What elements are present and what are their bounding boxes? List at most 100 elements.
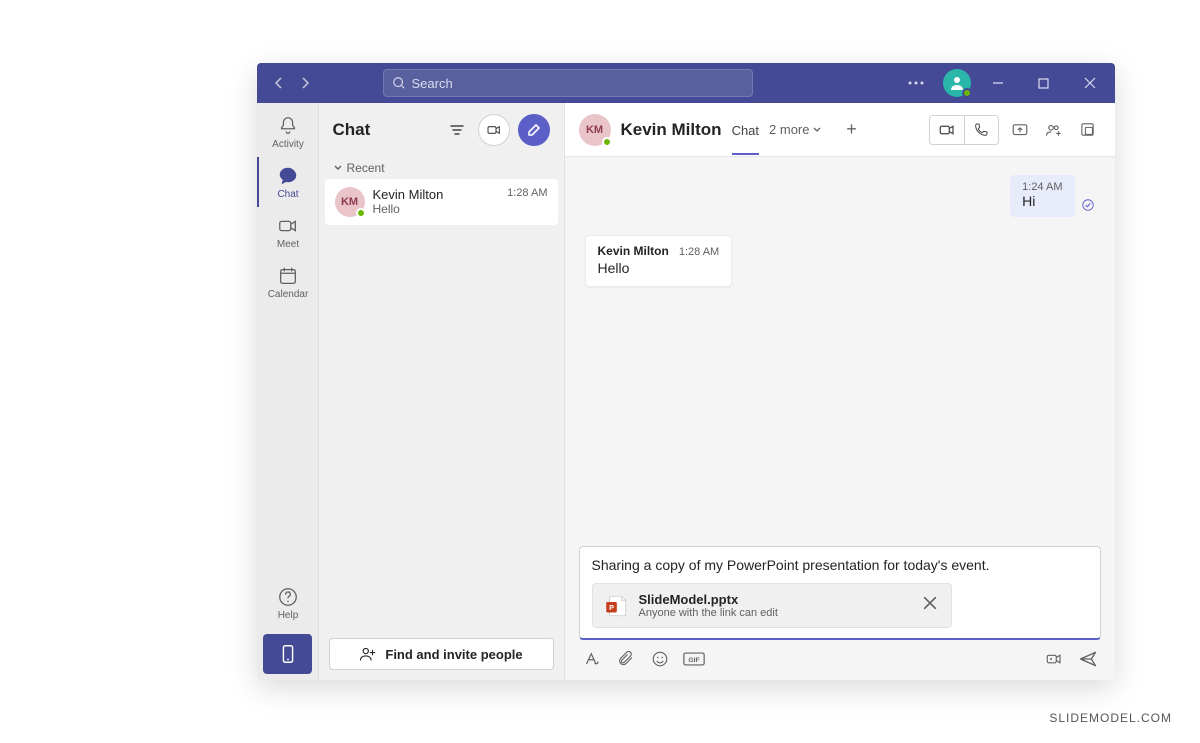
meet-now-button[interactable] <box>478 114 510 146</box>
calendar-icon <box>277 265 299 287</box>
read-receipt-icon <box>1081 198 1095 217</box>
send-button[interactable] <box>1077 648 1099 670</box>
phone-icon <box>973 122 989 138</box>
audio-call-button[interactable] <box>964 116 998 144</box>
chat-icon <box>277 165 299 187</box>
chat-list-panel: Chat Recent KM Kevin Milton 1:28 AM <box>319 103 565 680</box>
message-text: Hello <box>598 260 720 276</box>
presence-available-icon <box>356 208 366 218</box>
avatar-initials: KM <box>586 124 603 136</box>
gif-button[interactable]: GIF <box>683 648 705 670</box>
minimize-button[interactable] <box>979 63 1017 103</box>
compose-icon <box>526 122 542 138</box>
format-button[interactable] <box>581 648 603 670</box>
bell-icon <box>277 115 299 137</box>
message-time: 1:28 AM <box>679 246 719 258</box>
maximize-button[interactable] <box>1025 63 1063 103</box>
message-text: Hi <box>1022 193 1062 209</box>
chevron-left-icon <box>273 77 285 89</box>
avatar-initials: KM <box>341 196 358 208</box>
nav-forward-button[interactable] <box>293 69 317 97</box>
rail-help[interactable]: Help <box>257 578 318 628</box>
chat-item-time: 1:28 AM <box>507 187 547 202</box>
message-incoming[interactable]: Kevin Milton 1:28 AM Hello <box>585 235 733 287</box>
chat-header-avatar: KM <box>579 114 611 146</box>
message-time: 1:24 AM <box>1022 181 1062 193</box>
chat-section-recent[interactable]: Recent <box>319 157 564 179</box>
message-outgoing[interactable]: 1:24 AM Hi <box>1010 175 1074 217</box>
attachment-name: SlideModel.pptx <box>639 592 909 607</box>
presence-available-icon <box>602 137 612 147</box>
video-icon <box>486 122 502 138</box>
popout-button[interactable] <box>1075 117 1101 143</box>
filter-icon <box>449 122 465 138</box>
rail-calendar[interactable]: Calendar <box>257 257 318 307</box>
filter-button[interactable] <box>444 114 470 146</box>
compose-box[interactable]: P SlideModel.pptx Anyone with the link c… <box>579 546 1101 640</box>
message-input[interactable] <box>592 557 1088 573</box>
video-call-button[interactable] <box>930 116 964 144</box>
camera-switch-icon <box>1044 650 1064 668</box>
person-icon <box>949 75 965 91</box>
add-people-button[interactable] <box>1041 117 1067 143</box>
popout-icon <box>1079 121 1096 138</box>
avatar: KM <box>335 187 365 217</box>
search-icon <box>392 76 406 90</box>
app-rail: Activity Chat Meet Calendar Help <box>257 103 319 680</box>
section-label: Recent <box>347 161 385 175</box>
rail-meet[interactable]: Meet <box>257 207 318 257</box>
presence-available-icon <box>962 88 972 98</box>
rail-label: Meet <box>277 239 299 250</box>
rail-mobile-button[interactable] <box>263 634 312 674</box>
teams-window: Search Activity Chat <box>257 63 1115 680</box>
maximize-icon <box>1038 78 1049 89</box>
messages-area[interactable]: 1:24 AM Hi Kevin Milton 1:28 AM Hello <box>565 157 1115 546</box>
chat-list-item[interactable]: KM Kevin Milton 1:28 AM Hello <box>325 179 558 225</box>
call-buttons <box>929 115 999 145</box>
nav-buttons <box>267 69 317 97</box>
emoji-icon <box>651 650 669 668</box>
rail-label: Calendar <box>268 289 309 300</box>
remove-attachment-button[interactable] <box>919 592 941 619</box>
add-tab-button[interactable]: + <box>838 116 866 144</box>
close-button[interactable] <box>1071 63 1109 103</box>
svg-text:P: P <box>609 603 614 612</box>
share-screen-button[interactable] <box>1007 117 1033 143</box>
rail-chat[interactable]: Chat <box>257 157 318 207</box>
new-chat-button[interactable] <box>518 114 550 146</box>
rail-label: Chat <box>277 189 298 200</box>
chat-list-title: Chat <box>333 120 436 140</box>
search-placeholder: Search <box>412 76 453 91</box>
invite-people-button[interactable]: Find and invite people <box>329 638 554 670</box>
rail-activity[interactable]: Activity <box>257 107 318 157</box>
schedule-send-button[interactable] <box>1043 648 1065 670</box>
emoji-button[interactable] <box>649 648 671 670</box>
chat-item-name: Kevin Milton <box>373 187 444 202</box>
svg-text:GIF: GIF <box>688 657 699 664</box>
chat-list-header: Chat <box>319 103 564 157</box>
paperclip-icon <box>617 650 635 668</box>
watermark: SLIDEMODEL.COM <box>1049 711 1172 725</box>
send-icon <box>1078 649 1098 669</box>
chevron-down-icon <box>333 163 343 173</box>
video-icon <box>277 215 299 237</box>
attachment-card[interactable]: P SlideModel.pptx Anyone with the link c… <box>592 583 952 628</box>
composer: P SlideModel.pptx Anyone with the link c… <box>565 546 1115 680</box>
tab-chat[interactable]: Chat <box>732 105 759 155</box>
close-icon <box>923 596 937 610</box>
attach-button[interactable] <box>615 648 637 670</box>
tabs-more-dropdown[interactable]: 2 more <box>769 122 821 137</box>
title-bar: Search <box>257 63 1115 103</box>
tabs-more-label: 2 more <box>769 122 809 137</box>
profile-avatar[interactable] <box>943 69 971 97</box>
nav-back-button[interactable] <box>267 69 291 97</box>
people-add-icon <box>1045 121 1063 139</box>
compose-toolbar: GIF <box>579 640 1101 670</box>
chat-item-preview: Hello <box>373 202 548 216</box>
search-input[interactable]: Search <box>383 69 753 97</box>
powerpoint-file-icon: P <box>603 593 629 619</box>
more-options-button[interactable] <box>897 63 935 103</box>
chevron-right-icon <box>299 77 311 89</box>
mobile-icon <box>277 643 299 665</box>
format-icon <box>583 650 601 668</box>
